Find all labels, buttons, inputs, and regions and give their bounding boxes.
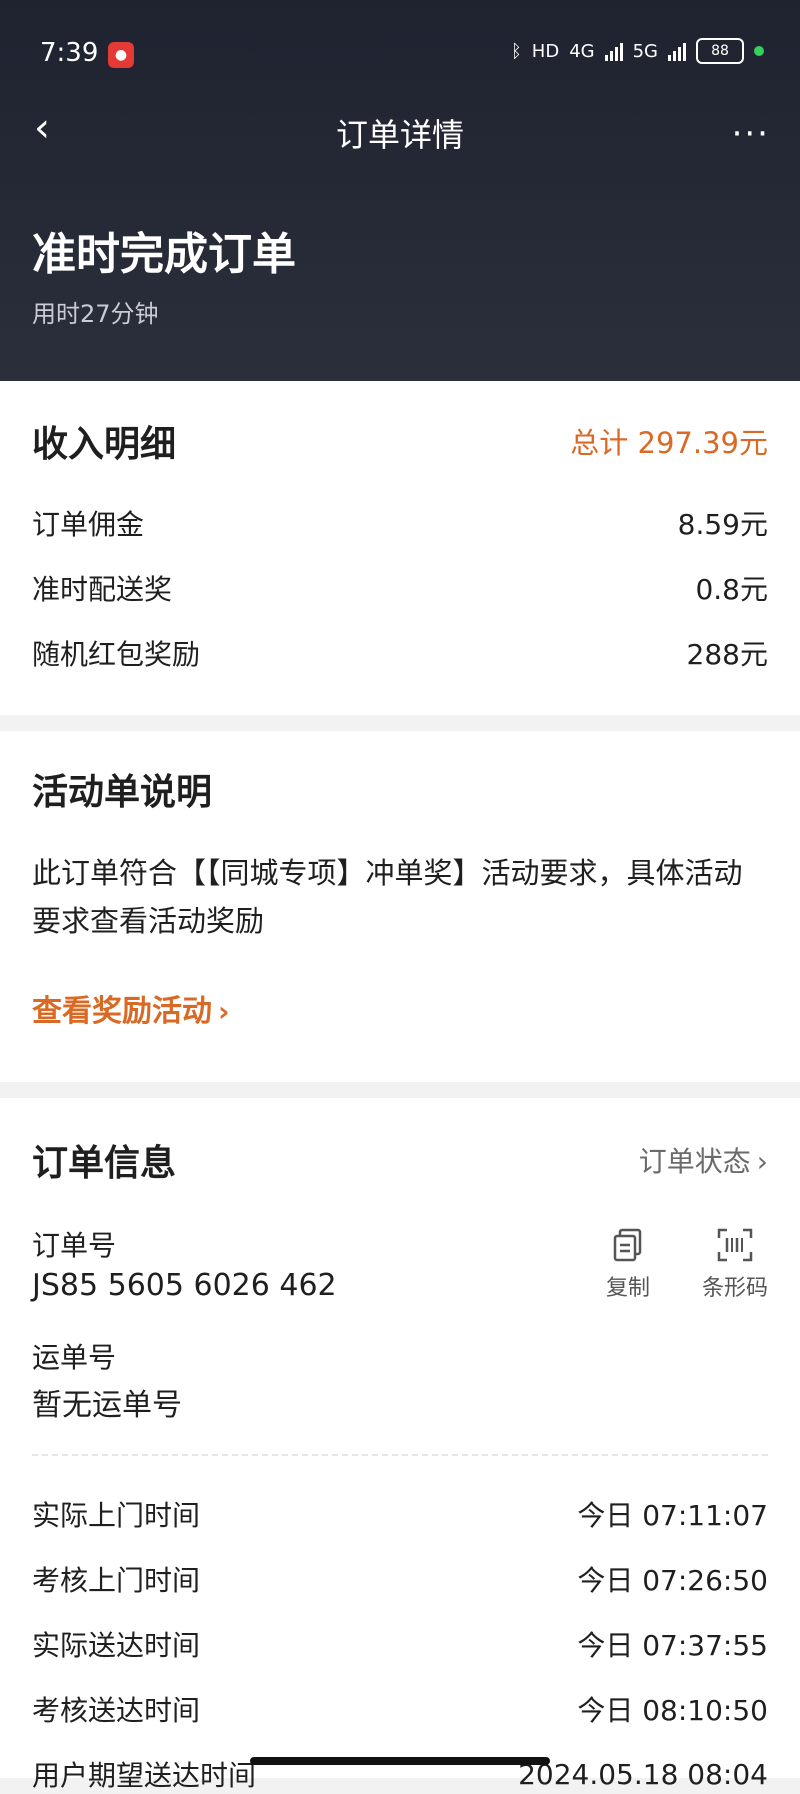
order-number-label: 订单号 — [32, 1229, 117, 1262]
net-4g-label: 4G — [569, 40, 595, 62]
time-value: 今日 08:10:50 — [577, 1694, 768, 1727]
copy-label: 复制 — [605, 1276, 650, 1301]
income-title: 收入明细 — [32, 424, 177, 465]
income-header: 收入明细 总计 297.39元 — [32, 415, 768, 467]
activity-header: 活动单说明 — [32, 763, 768, 815]
status-icons: ᛒ HD 4G 5G 88 — [511, 38, 764, 64]
time-label: 考核上门时间 — [32, 1564, 201, 1597]
barcode-label: 条形码 — [701, 1276, 768, 1301]
divider — [32, 1454, 768, 1456]
income-value: 8.59元 — [677, 508, 768, 541]
order-info-card: 订单信息 订单状态 › 订单号 JS85 5605 6026 462 复制 条形码… — [0, 1098, 800, 1792]
time-label: 实际上门时间 — [32, 1499, 201, 1532]
waybill-label: 运单号 — [32, 1341, 117, 1374]
time-value: 今日 07:11:07 — [577, 1499, 768, 1532]
order-status-title: 准时完成订单 — [32, 229, 296, 280]
copy-icon — [613, 1228, 642, 1262]
income-card: 收入明细 总计 297.39元 订单佣金 8.59元 准时配送奖 0.8元 随机… — [0, 381, 800, 715]
order-info-title: 订单信息 — [32, 1143, 177, 1184]
time-value: 2024.05.18 08:04 — [518, 1757, 768, 1791]
income-label: 订单佣金 — [32, 508, 145, 541]
income-label: 随机红包奖励 — [32, 638, 201, 671]
time-value: 今日 07:37:55 — [577, 1629, 768, 1662]
income-row: 随机红包奖励 288元 — [32, 633, 768, 673]
time-value: 今日 07:26:50 — [577, 1564, 768, 1597]
order-number: JS85 5605 6026 462 — [32, 1268, 337, 1303]
time-label: 实际送达时间 — [32, 1629, 201, 1662]
time-label: 考核送达时间 — [32, 1694, 201, 1727]
copy-button[interactable]: 复制 — [606, 1228, 650, 1302]
income-row: 订单佣金 8.59元 — [32, 503, 768, 543]
time-row: 实际送达时间 今日 07:37:55 — [32, 1624, 768, 1664]
view-reward-activity-link[interactable]: 查看奖励活动 › — [32, 986, 230, 1030]
activity-card: 活动单说明 此订单符合【【同城专项】冲单奖】活动要求，具体活动要求查看活动奖励 … — [0, 731, 800, 1082]
income-value: 0.8元 — [695, 573, 768, 606]
order-duration: 用时27分钟 — [32, 300, 159, 328]
income-row: 准时配送奖 0.8元 — [32, 568, 768, 608]
chevron-right-icon: › — [756, 1145, 768, 1178]
time-row: 考核上门时间 今日 07:26:50 — [32, 1559, 768, 1599]
more-dots-icon[interactable]: ··· — [732, 114, 770, 154]
time-label: 用户期望送达时间 — [32, 1759, 257, 1792]
order-status-link[interactable]: 订单状态 › — [639, 1140, 768, 1180]
barcode-button[interactable]: 条形码 — [702, 1228, 768, 1302]
order-status-label: 订单状态 — [638, 1145, 751, 1178]
chevron-right-icon: › — [218, 995, 230, 1028]
income-total: 总计 297.39元 — [570, 426, 768, 460]
order-info-header: 订单信息 订单状态 › — [32, 1134, 768, 1186]
hd-label: HD — [531, 40, 560, 62]
signal-4g-icon — [604, 41, 623, 61]
barcode-scan-icon — [717, 1228, 753, 1262]
waybill-value: 暂无运单号 — [32, 1388, 182, 1423]
net-5g-label: 5G — [632, 40, 658, 62]
income-value: 288元 — [686, 638, 768, 671]
privacy-dot-icon — [754, 46, 764, 56]
home-indicator[interactable] — [250, 1757, 550, 1765]
order-header: 7:39 ● ᛒ HD 4G 5G 88 ‹ 订单详情 ··· 准时完成订单 用… — [0, 0, 800, 381]
signal-5g-icon — [668, 41, 686, 61]
status-time: 7:39 — [40, 38, 99, 68]
time-row: 实际上门时间 今日 07:11:07 — [32, 1494, 768, 1534]
page-title: 订单详情 — [335, 116, 464, 154]
app-notification-icon: ● — [108, 42, 134, 68]
time-row: 考核送达时间 今日 08:10:50 — [32, 1689, 768, 1729]
bluetooth-icon: ᛒ — [510, 40, 522, 62]
view-reward-activity-label: 查看奖励活动 — [32, 994, 212, 1029]
activity-description: 此订单符合【【同城专项】冲单奖】活动要求，具体活动要求查看活动奖励 — [32, 856, 743, 938]
income-label: 准时配送奖 — [32, 573, 173, 606]
activity-title: 活动单说明 — [32, 772, 213, 813]
battery-icon: 88 — [696, 38, 744, 64]
